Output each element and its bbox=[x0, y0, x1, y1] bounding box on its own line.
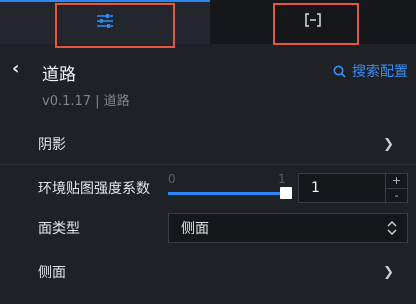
slider-min-label: 0 bbox=[168, 172, 176, 186]
chevron-right-icon: ❯ bbox=[383, 264, 394, 280]
divider bbox=[0, 164, 416, 165]
slider-max-label: 1 bbox=[278, 172, 286, 186]
face-type-value: 侧面 bbox=[181, 221, 209, 237]
section-side[interactable]: 侧面 ❯ bbox=[0, 252, 416, 292]
env-intensity-label: 环境贴图强度系数 bbox=[38, 181, 150, 197]
sliders-icon bbox=[96, 13, 114, 33]
updown-chevron-icon bbox=[387, 221, 397, 235]
stepper: + - bbox=[385, 174, 407, 202]
search-icon bbox=[333, 65, 346, 78]
version-label: v0.1.17 | 道路 bbox=[42, 94, 130, 109]
decrement-button[interactable]: - bbox=[386, 187, 407, 203]
section-shadow[interactable]: 阴影 ❯ bbox=[0, 124, 416, 164]
page-title: 道路 bbox=[42, 65, 76, 85]
chevron-right-icon: ❯ bbox=[383, 136, 394, 152]
slider-fill bbox=[168, 192, 286, 195]
env-intensity-value[interactable]: 1 bbox=[299, 180, 385, 196]
tab-settings[interactable] bbox=[0, 0, 210, 44]
panel-header: ‹ 道路 v0.1.17 | 道路 搜索配置 bbox=[0, 44, 416, 114]
search-config-label: 搜索配置 bbox=[352, 64, 408, 80]
face-type-select[interactable]: 侧面 bbox=[168, 213, 408, 243]
env-intensity-slider[interactable]: 0 1 bbox=[168, 172, 292, 202]
face-type-label: 面类型 bbox=[38, 221, 80, 237]
shadow-label: 阴影 bbox=[38, 137, 66, 153]
side-label: 侧面 bbox=[38, 265, 66, 281]
bracket-expand-icon bbox=[304, 12, 322, 32]
slider-thumb[interactable] bbox=[280, 187, 292, 199]
increment-button[interactable]: + bbox=[386, 174, 407, 188]
env-intensity-input[interactable]: 1 + - bbox=[298, 173, 408, 203]
back-icon[interactable]: ‹ bbox=[12, 60, 26, 78]
search-config-button[interactable]: 搜索配置 bbox=[333, 61, 408, 81]
tab-bar bbox=[0, 0, 416, 44]
tab-expand[interactable] bbox=[210, 0, 416, 44]
